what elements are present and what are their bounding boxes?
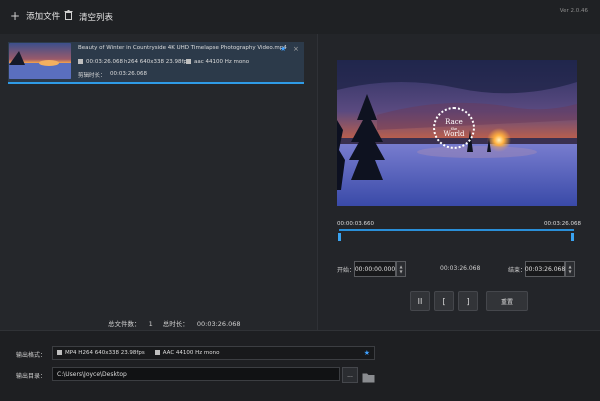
audio-icon: [154, 350, 160, 355]
timeline-end-handle[interactable]: [571, 233, 574, 241]
output-dir-label: 输出目录：: [16, 373, 47, 380]
clip-duration-label: 剪辑时长：: [78, 73, 106, 79]
total-files-count: 1: [148, 320, 153, 328]
plus-icon: +: [10, 9, 21, 23]
end-time-field[interactable]: 00:03:26.068: [525, 261, 565, 277]
end-label: 结束：: [508, 267, 527, 274]
output-format-label: 输出格式：: [16, 352, 47, 359]
start-label: 开始：: [337, 267, 356, 274]
end-time-stepper[interactable]: ▲ ▼: [565, 261, 575, 277]
film-icon: [57, 350, 62, 355]
total-files-label: 总文件数：: [108, 320, 141, 328]
mark-out-button[interactable]: ]: [458, 291, 478, 311]
arrow-down-icon: ▼: [568, 269, 572, 274]
film-icon: [78, 59, 83, 64]
file-audio-info: aac 44100 Hz mono: [186, 59, 249, 65]
star-icon[interactable]: ★: [280, 45, 286, 53]
format-audio-info: AAC 44100 Hz mono: [154, 350, 220, 356]
close-icon[interactable]: ×: [293, 45, 299, 53]
total-duration-value: 00:03:26.068: [196, 320, 241, 328]
clear-list-button[interactable]: 清空列表: [64, 10, 113, 23]
timeline-track[interactable]: [339, 229, 574, 231]
timeline-start-time: 00:00:03.660: [337, 221, 374, 227]
format-video-info: MP4 H264 640x338 23.98fps: [57, 350, 145, 356]
star-icon[interactable]: ★: [364, 349, 370, 357]
watermark-logo: Race the World: [433, 107, 475, 149]
file-video-info: h264 640x338 23.98fps: [124, 59, 190, 65]
clear-list-label: 清空列表: [79, 12, 114, 23]
start-time-field[interactable]: 00:00:00.000: [354, 261, 396, 277]
pause-button[interactable]: II: [410, 291, 430, 311]
browse-button[interactable]: ...: [342, 367, 358, 383]
middle-duration: 00:03:26.068: [440, 265, 481, 272]
clip-duration-value: 00:03:26.068: [110, 71, 147, 77]
total-duration-label: 总时长：: [162, 320, 189, 328]
file-duration: 00:03:26.068: [78, 59, 123, 65]
start-time-stepper[interactable]: ▲ ▼: [396, 261, 406, 277]
mark-in-button[interactable]: [: [434, 291, 454, 311]
file-title: Beauty of Winter in Countryside 4K UHD T…: [78, 45, 287, 51]
trash-icon: [64, 10, 73, 23]
add-files-label: 添加文件: [26, 12, 61, 22]
timeline-start-handle[interactable]: [338, 233, 341, 241]
timeline-end-time: 00:03:26.068: [544, 221, 581, 227]
add-files-button[interactable]: + 添加文件: [10, 10, 60, 22]
audio-icon: [186, 59, 191, 64]
video-thumbnail: [9, 43, 71, 79]
reset-button[interactable]: 重置: [486, 291, 528, 311]
version-label: Ver 2.0.46: [559, 8, 588, 14]
output-format-select[interactable]: MP4 H264 640x338 23.98fps AAC 44100 Hz m…: [52, 346, 375, 360]
folder-icon[interactable]: [362, 368, 375, 383]
totals-bar: 总文件数： 1 总时长： 00:03:26.068: [108, 318, 241, 328]
output-settings-bar: [0, 330, 600, 401]
arrow-down-icon: ▼: [399, 269, 403, 274]
output-dir-field[interactable]: C:\Users\Joyce\Desktop: [52, 367, 340, 381]
